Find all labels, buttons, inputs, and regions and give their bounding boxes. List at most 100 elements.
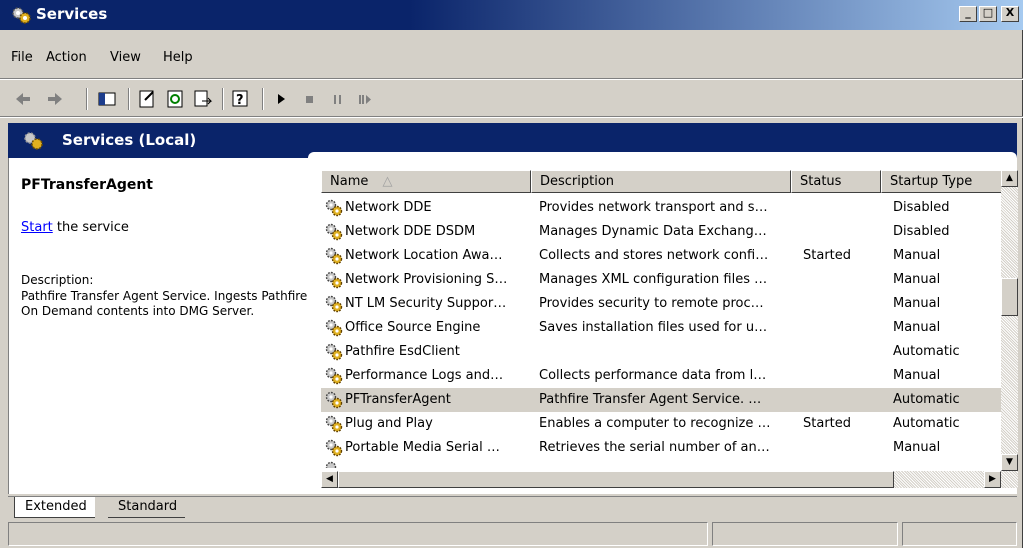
tab-extended[interactable]: Extended <box>14 497 95 518</box>
refresh-icon[interactable] <box>164 88 186 110</box>
start-service-text: Start the service <box>21 220 129 235</box>
toolbar: ? <box>0 84 1023 114</box>
help-icon[interactable]: ? <box>230 88 252 110</box>
service-startup-type: Automatic <box>893 416 960 431</box>
service-name: Plug and Play <box>345 416 433 431</box>
menu-view[interactable]: View <box>110 50 141 65</box>
service-row[interactable]: Portable Media Serial … Retrieves the ser… <box>321 436 1007 460</box>
service-description: Saves installation files used for u… <box>539 320 768 335</box>
service-name: Network Provisioning S… <box>345 272 508 287</box>
service-description: Provides network transport and s… <box>539 200 768 215</box>
status-panel-2 <box>712 522 898 546</box>
main-content: PFTransferAgent Start the service Descri… <box>8 158 1018 494</box>
column-header-name[interactable]: Name △ <box>321 170 531 193</box>
minimize-button[interactable]: _ <box>959 6 977 22</box>
service-description: Enables a computer to recognize … <box>539 416 771 431</box>
scroll-up-icon[interactable]: ▲ <box>1001 170 1018 187</box>
menu-separator <box>0 78 1023 80</box>
column-header-status[interactable]: Status <box>791 170 881 193</box>
services-window: Services _ □ X File Action View Help ? S… <box>0 0 1023 548</box>
vertical-scrollbar[interactable]: ▲ ▼ <box>1001 170 1018 471</box>
start-icon[interactable] <box>270 88 292 110</box>
properties-icon[interactable] <box>136 88 158 110</box>
tab-standard[interactable]: Standard <box>108 497 186 518</box>
status-panel-main <box>8 522 708 546</box>
close-button[interactable]: X <box>1001 6 1019 22</box>
service-gear-icon <box>325 391 343 409</box>
status-bar <box>8 522 1017 546</box>
service-row[interactable]: Plug and Play Enables a computer to recog… <box>321 412 1007 436</box>
service-row[interactable]: Network Location Awa… Collects and stores… <box>321 244 1007 268</box>
service-row[interactable]: PFTransferAgent Pathfire Transfer Agent S… <box>321 388 1007 412</box>
description-label: Description: <box>21 273 94 287</box>
scroll-down-icon[interactable]: ▼ <box>1001 454 1018 471</box>
service-row[interactable]: Office Source Engine Saves installation f… <box>321 316 1007 340</box>
service-status: Started <box>803 416 852 431</box>
service-name: NT LM Security Suppor… <box>345 296 507 311</box>
service-startup-type: Manual <box>893 296 941 311</box>
export-list-icon[interactable] <box>192 88 214 110</box>
service-startup-type: Manual <box>893 320 941 335</box>
service-name: Office Source Engine <box>345 320 481 335</box>
scope-title: Services (Local) <box>62 131 197 149</box>
services-gear-icon <box>12 7 31 24</box>
service-status: Started <box>803 248 852 263</box>
toolbar-separator <box>86 88 88 110</box>
menu-help[interactable]: Help <box>163 50 193 65</box>
service-gear-icon <box>325 319 343 337</box>
restart-icon[interactable] <box>354 88 376 110</box>
service-gear-icon <box>325 271 343 289</box>
service-startup-type: Automatic <box>893 344 960 359</box>
vertical-scroll-thumb[interactable] <box>1001 278 1018 316</box>
service-row[interactable]: NT LM Security Suppor… Provides security … <box>321 292 1007 316</box>
service-gear-icon <box>325 295 343 313</box>
extended-description-pane: PFTransferAgent Start the service Descri… <box>9 158 317 494</box>
service-description: Collects and stores network confi… <box>539 248 769 263</box>
service-description: Collects performance data from l… <box>539 368 767 383</box>
toolbar-separator <box>222 88 224 110</box>
status-panel-3 <box>902 522 1017 546</box>
services-list[interactable]: Name △ Description Status Startup Type N… <box>321 170 1008 492</box>
toolbar-bottom-separator <box>0 116 1023 118</box>
service-description: Retrieves the serial number of an… <box>539 440 770 455</box>
scroll-right-icon[interactable]: ▶ <box>984 471 1001 488</box>
view-tabs: Extended Standard <box>8 496 1017 518</box>
service-row[interactable]: Performance Logs and… Collects performanc… <box>321 364 1007 388</box>
menu-bar: File Action View Help <box>0 46 1023 70</box>
service-description: Pathfire Transfer Agent Service. Ingests… <box>21 289 308 318</box>
service-row[interactable]: Network DDE DSDM Manages Dynamic Data Exc… <box>321 220 1007 244</box>
selected-service-name: PFTransferAgent <box>21 177 153 193</box>
show-hide-tree-icon[interactable] <box>96 88 118 110</box>
service-name: Network DDE DSDM <box>345 224 476 239</box>
stop-icon[interactable] <box>298 88 320 110</box>
toolbar-separator <box>128 88 130 110</box>
scroll-left-icon[interactable]: ◀ <box>321 471 338 488</box>
toolbar-separator <box>262 88 264 110</box>
service-startup-type: Manual <box>893 272 941 287</box>
back-icon[interactable] <box>12 88 34 110</box>
service-description: Manages Dynamic Data Exchang… <box>539 224 767 239</box>
service-row[interactable]: Pathfire EsdClient Automatic <box>321 340 1007 364</box>
menu-file[interactable]: File <box>11 50 33 65</box>
service-row[interactable]: Network DDE Provides network transport an… <box>321 196 1007 220</box>
service-name: Performance Logs and… <box>345 368 504 383</box>
service-row[interactable]: Network Provisioning S… Manages XML confi… <box>321 268 1007 292</box>
horizontal-scroll-thumb[interactable] <box>338 471 894 488</box>
start-service-link[interactable]: Start <box>21 220 53 235</box>
service-startup-type: Manual <box>893 248 941 263</box>
service-description: Pathfire Transfer Agent Service. … <box>539 392 762 407</box>
service-gear-icon <box>325 343 343 361</box>
title-bar[interactable]: Services _ □ X <box>0 0 1023 30</box>
pause-icon[interactable] <box>326 88 348 110</box>
service-description: Manages XML configuration files … <box>539 272 768 287</box>
service-gear-icon <box>325 415 343 433</box>
column-header-startup-type[interactable]: Startup Type <box>881 170 1007 193</box>
horizontal-scrollbar[interactable]: ◀ ▶ <box>321 471 1018 488</box>
forward-icon[interactable] <box>44 88 66 110</box>
column-header-description[interactable]: Description <box>531 170 791 193</box>
maximize-button[interactable]: □ <box>979 6 997 22</box>
sort-ascending-icon: △ <box>382 174 393 189</box>
svg-text:?: ? <box>236 93 244 108</box>
service-name: Portable Media Serial … <box>345 440 500 455</box>
menu-action[interactable]: Action <box>46 50 87 65</box>
